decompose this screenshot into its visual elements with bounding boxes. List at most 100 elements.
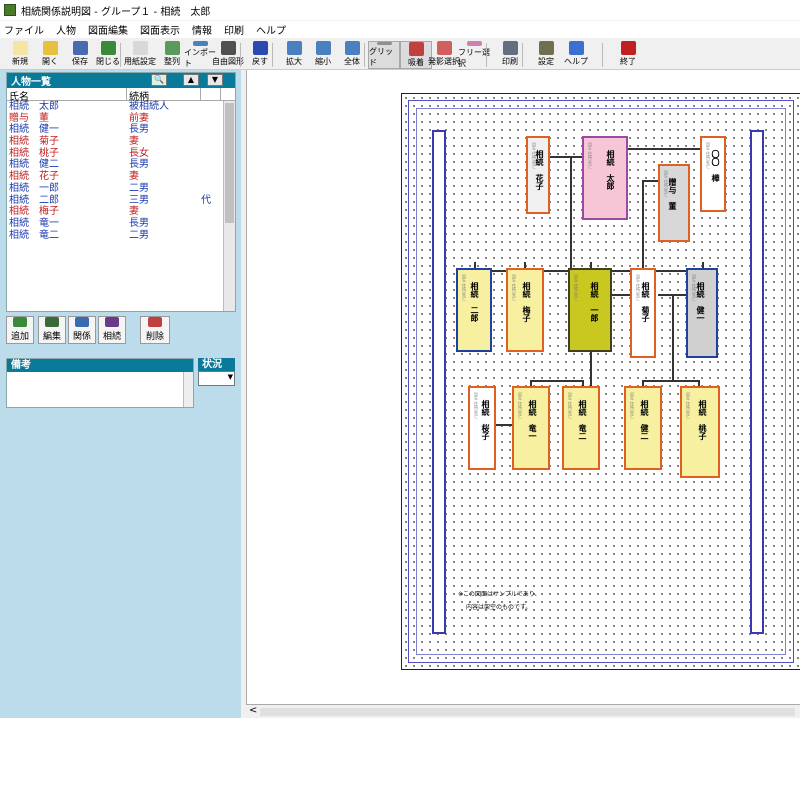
scroll-track[interactable] — [260, 708, 795, 716]
action-button-3[interactable]: 相続 — [98, 316, 126, 344]
menu-item-5[interactable]: 印刷 — [224, 22, 244, 37]
toolbar-button-0[interactable]: 新規 — [4, 41, 36, 69]
person-relation: 前妻 — [129, 112, 149, 124]
toolbar-label-17: 設定 — [538, 57, 554, 66]
person-card-oo[interactable]: 出生 住所 死亡 〇〇 樺 — [700, 136, 726, 212]
list-item[interactable]: 相続 太郎 被相続人 — [7, 101, 235, 113]
list-item[interactable]: 相続 竜二 二男 — [7, 230, 235, 242]
list-item[interactable]: 相続 竜一 長男 — [7, 218, 235, 230]
action-icon-0 — [13, 317, 27, 327]
list-item[interactable]: 相続 桃子 長女 — [7, 148, 235, 160]
toolbar-separator-6 — [602, 43, 603, 67]
person-card-tadashi[interactable]: 出生 住所 死亡 贈与 董 — [658, 164, 690, 242]
person-relation: 長男 — [129, 217, 149, 229]
toolbar-icon-19 — [620, 41, 636, 55]
toolbar-button-18[interactable]: ヘルプ — [560, 41, 592, 69]
list-item[interactable]: 相続 梅子 妻 — [7, 206, 235, 218]
card-name: 相続 竜一 — [528, 400, 537, 440]
diagram-canvas[interactable]: 出生 住所 死亡 相続 花子 出生 住所 死亡 相続 太郎 出生 住所 死亡 〇〇 樺出生… — [246, 70, 800, 704]
card-name: 贈与 董 — [668, 178, 677, 210]
card-details: 出生 住所 死亡 — [518, 392, 523, 419]
card-name: 相続 健二 — [640, 400, 649, 440]
scroll-left-icon[interactable]: < — [249, 705, 257, 716]
column-name[interactable]: 氏名 — [7, 88, 127, 103]
column-relation[interactable]: 続柄 — [127, 88, 201, 103]
person-list-title: 人物一覧 — [11, 77, 51, 88]
connector-line — [550, 156, 582, 158]
action-button-1[interactable]: 編集 — [38, 316, 66, 344]
bikou-title: 備考 — [7, 359, 193, 372]
toolbar-button-17[interactable]: 設定 — [530, 41, 562, 69]
toolbar-separator-2 — [272, 43, 273, 67]
list-item[interactable]: 贈与 董 前妻 — [7, 113, 235, 125]
person-card-ryuichi[interactable]: 出生 住所 死亡 相続 竜一 — [512, 386, 550, 470]
person-list-scrollbar[interactable] — [223, 101, 235, 311]
menu-item-4[interactable]: 情報 — [192, 22, 212, 37]
person-extra — [201, 218, 221, 230]
list-item[interactable]: 相続 花子 妻 — [7, 171, 235, 183]
person-relation: 二男 — [129, 182, 149, 194]
menu-item-6[interactable]: ヘルプ — [256, 22, 286, 37]
card-details: 出生 住所 死亡 — [686, 392, 691, 419]
scroll-thumb[interactable] — [225, 103, 234, 223]
app-window: 相続関係説明図 - グループ１ - 相続 太郎 ファイル 人物 図面編集 図面表示 情報… — [0, 0, 800, 718]
menu-item-0[interactable]: ファイル — [4, 22, 44, 37]
toolbar-button-12[interactable]: グリッド — [368, 41, 400, 69]
toolbar-button-9[interactable]: 拡大 — [278, 41, 310, 69]
person-name: 相続 健一 — [9, 124, 59, 136]
connector-line — [612, 294, 630, 296]
toolbar-button-1[interactable]: 開く — [34, 41, 66, 69]
toolbar-label-0: 新規 — [12, 57, 28, 66]
toolbar-button-4[interactable]: 用紙設定 — [124, 41, 156, 69]
person-extra — [201, 136, 221, 148]
menu-item-2[interactable]: 図面編集 — [88, 22, 128, 37]
action-button-0[interactable]: 追加 — [6, 316, 34, 344]
toolbar-separator-5 — [522, 43, 523, 67]
person-card-momoko_s[interactable]: 出生 住所 死亡 相続 桜子 — [468, 386, 496, 470]
action-label-2: 関係 — [72, 332, 91, 342]
horizontal-scrollbar[interactable]: < — [246, 704, 800, 718]
connector-line — [530, 380, 582, 382]
toolbar-icon-4 — [132, 41, 148, 55]
column-extra — [201, 88, 221, 100]
menu-item-1[interactable]: 人物 — [56, 22, 76, 37]
person-card-ryuji[interactable]: 出生 住所 死亡 相続 竜二 — [562, 386, 600, 470]
card-name: 相続 梅子 — [522, 282, 531, 322]
person-name: 相続 桃子 — [9, 147, 59, 159]
list-item[interactable]: 相続 健二 長男 — [7, 159, 235, 171]
list-item[interactable]: 相続 一郎 二男 — [7, 183, 235, 195]
person-card-hanako[interactable]: 出生 住所 死亡 相続 花子 — [526, 136, 550, 214]
list-item[interactable]: 相続 健一 長男 — [7, 124, 235, 136]
joukyou-select[interactable] — [198, 371, 235, 386]
magnifier-icon[interactable]: 🔍 — [151, 74, 167, 86]
toolbar-icon-6 — [192, 41, 208, 46]
action-button-2[interactable]: 関係 — [68, 316, 96, 344]
move-up-button[interactable]: ▲ — [183, 74, 199, 86]
person-card-kikuko[interactable]: 出生 住所 死亡 相続 菊子 — [630, 268, 656, 358]
toolbar-button-14[interactable]: 発影選択 — [428, 41, 460, 69]
move-down-button[interactable]: ▼ — [207, 74, 223, 86]
person-relation: 妻 — [129, 206, 139, 218]
person-card-taro[interactable]: 出生 住所 死亡 相続 太郎 — [582, 136, 628, 220]
person-card-jiro[interactable]: 出生 住所 死亡 相続 二郎 — [456, 268, 492, 352]
person-card-momoko[interactable]: 出生 住所 死亡 相続 桃子 — [680, 386, 720, 478]
card-name: 相続 桃子 — [698, 400, 707, 440]
menu-item-3[interactable]: 図面表示 — [140, 22, 180, 37]
person-card-kenichi[interactable]: 出生 住所 死亡 相続 健一 — [686, 268, 718, 358]
card-details: 出生 住所 死亡 — [574, 274, 579, 301]
person-card-kenji[interactable]: 出生 住所 死亡 相続 健二 — [624, 386, 662, 470]
toolbar-button-19[interactable]: 終了 — [612, 41, 644, 69]
list-item[interactable]: 相続 二郎 三男 代 — [7, 195, 235, 207]
person-card-umeko[interactable]: 出生 住所 死亡 相続 梅子 — [506, 268, 544, 352]
card-name: 相続 健一 — [696, 282, 705, 322]
left-panel: 人物一覧 🔍 ▲ ▼ 氏名 続柄 相続 太郎 被相続人 贈与 董前妻 相続 健一 長男相… — [0, 70, 241, 718]
bikou-scrollbar[interactable] — [183, 372, 193, 407]
list-item[interactable]: 相続 菊子 妻 — [7, 136, 235, 148]
person-card-ichiro[interactable]: 出生 住所 死亡 相続 一郎 — [568, 268, 612, 352]
toolbar-label-19: 終了 — [620, 57, 636, 66]
action-button-4[interactable]: 削除 — [140, 316, 170, 344]
toolbar-icon-9 — [286, 41, 302, 55]
toolbar-button-10[interactable]: 縮小 — [307, 41, 339, 69]
diagram-paper[interactable]: 出生 住所 死亡 相続 花子 出生 住所 死亡 相続 太郎 出生 住所 死亡 〇〇 樺出生… — [401, 93, 800, 670]
toolbar: 新規 開く 保存 閉じる 用紙設定 整列 インポート 自由図形 戻す 拡大 縮小 全体 グリッド 吸着 発影… — [0, 39, 800, 70]
